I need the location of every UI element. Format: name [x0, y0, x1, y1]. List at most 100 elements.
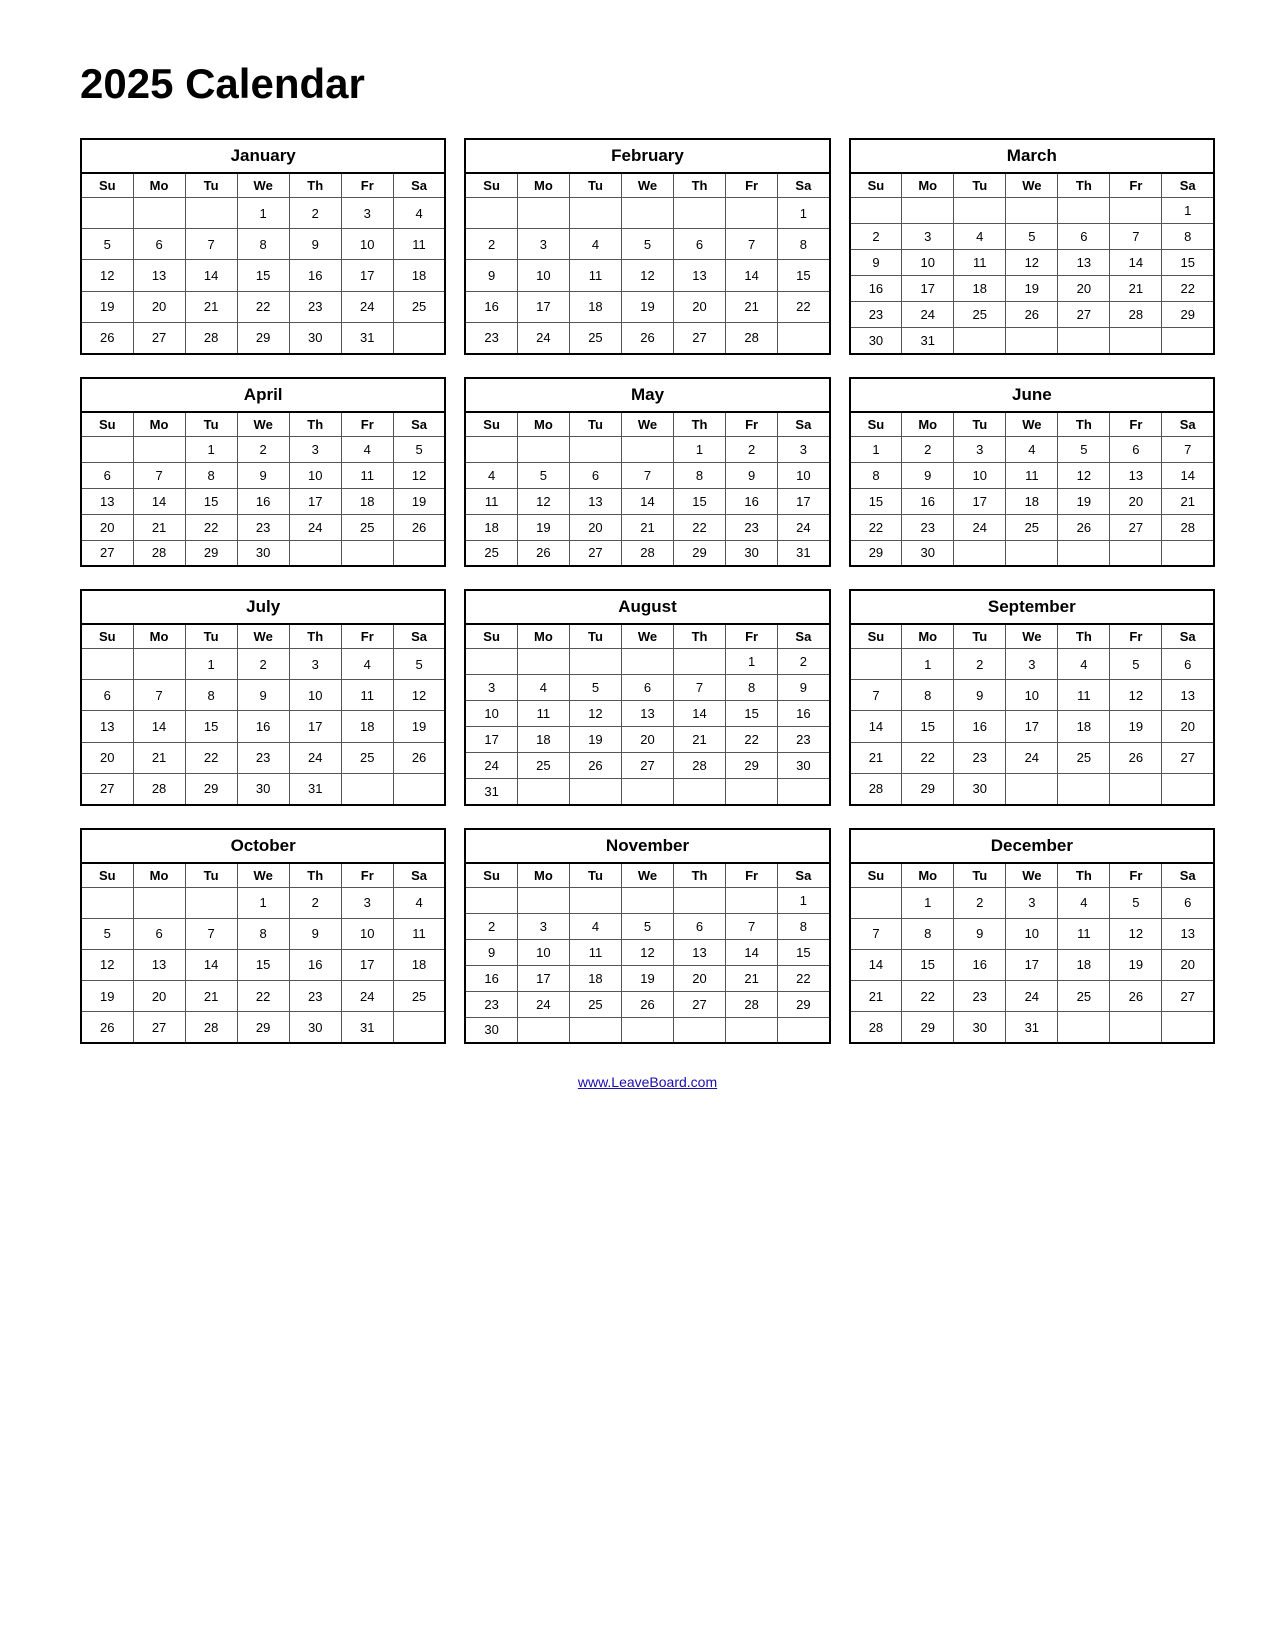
calendar-day: 26 — [1110, 981, 1162, 1012]
day-header-tu: Tu — [185, 173, 237, 198]
calendar-day: 4 — [393, 887, 445, 918]
calendar-day: 27 — [1162, 742, 1214, 773]
calendar-day: 19 — [393, 711, 445, 742]
calendar-day: 5 — [569, 675, 621, 701]
day-header-su: Su — [465, 863, 517, 888]
calendar-day: 24 — [465, 753, 517, 779]
calendar-day: 17 — [954, 488, 1006, 514]
calendar-day — [133, 198, 185, 229]
footer-link[interactable]: www.LeaveBoard.com — [80, 1074, 1215, 1090]
calendar-week-row: 12131415161718 — [81, 949, 445, 980]
calendar-day: 4 — [1058, 649, 1110, 680]
calendar-day: 29 — [902, 1012, 954, 1043]
calendar-day — [81, 649, 133, 680]
calendar-day: 16 — [465, 965, 517, 991]
calendar-day — [569, 1017, 621, 1043]
calendar-day: 6 — [133, 229, 185, 260]
calendar-day: 19 — [393, 488, 445, 514]
calendar-day: 25 — [1058, 981, 1110, 1012]
calendar-day: 1 — [850, 436, 902, 462]
calendar-week-row: 2728293031 — [81, 773, 445, 804]
calendar-day: 7 — [185, 918, 237, 949]
calendar-day: 8 — [1162, 224, 1214, 250]
calendar-day: 4 — [1006, 436, 1058, 462]
calendar-day: 14 — [726, 939, 778, 965]
calendar-week-row: 30 — [465, 1017, 829, 1043]
calendar-day: 16 — [902, 488, 954, 514]
calendar-day: 8 — [185, 462, 237, 488]
calendar-day: 26 — [1006, 302, 1058, 328]
month-name-june: June — [850, 378, 1214, 412]
month-table-june: JuneSuMoTuWeThFrSa1234567891011121314151… — [849, 377, 1215, 568]
day-header-su: Su — [81, 863, 133, 888]
calendar-day: 15 — [237, 260, 289, 291]
calendar-day: 19 — [517, 514, 569, 540]
calendar-day: 7 — [133, 462, 185, 488]
calendar-day: 26 — [569, 753, 621, 779]
calendar-day: 1 — [902, 887, 954, 918]
calendar-day: 26 — [393, 742, 445, 773]
calendar-day: 10 — [778, 462, 830, 488]
calendar-day: 19 — [1006, 276, 1058, 302]
calendar-day: 7 — [621, 462, 673, 488]
calendar-day — [621, 779, 673, 805]
calendar-day: 13 — [1058, 250, 1110, 276]
day-header-th: Th — [289, 863, 341, 888]
calendar-day: 1 — [778, 198, 830, 229]
day-header-su: Su — [850, 624, 902, 649]
calendar-day: 20 — [81, 742, 133, 773]
calendar-week-row: 24252627282930 — [465, 753, 829, 779]
calendar-day: 5 — [81, 229, 133, 260]
day-header-su: Su — [465, 173, 517, 198]
calendar-day: 20 — [81, 514, 133, 540]
calendar-day: 18 — [341, 488, 393, 514]
calendar-day: 29 — [237, 322, 289, 353]
calendar-week-row: 10111213141516 — [465, 701, 829, 727]
calendar-day: 22 — [237, 981, 289, 1012]
calendar-day: 21 — [726, 965, 778, 991]
day-header-sa: Sa — [778, 863, 830, 888]
calendar-day — [393, 773, 445, 804]
calendar-day: 9 — [778, 675, 830, 701]
calendar-day: 10 — [465, 701, 517, 727]
calendar-day: 23 — [726, 514, 778, 540]
calendar-day: 29 — [778, 991, 830, 1017]
calendar-day — [1006, 198, 1058, 224]
calendar-day — [569, 436, 621, 462]
calendar-day: 8 — [726, 675, 778, 701]
calendar-day: 23 — [289, 981, 341, 1012]
calendar-day: 26 — [81, 322, 133, 353]
calendar-day — [393, 1012, 445, 1043]
calendar-day: 29 — [674, 540, 726, 566]
calendar-day: 3 — [1006, 887, 1058, 918]
calendar-day: 28 — [133, 773, 185, 804]
calendar-day — [674, 887, 726, 913]
calendar-day: 23 — [954, 981, 1006, 1012]
page-title: 2025 Calendar — [80, 60, 1215, 108]
calendar-day: 29 — [185, 773, 237, 804]
calendar-week-row: 21222324252627 — [850, 742, 1214, 773]
calendar-week-row: 16171819202122 — [850, 276, 1214, 302]
calendar-day: 2 — [954, 887, 1006, 918]
calendar-day: 11 — [393, 918, 445, 949]
calendar-day: 9 — [289, 229, 341, 260]
calendar-day: 6 — [674, 913, 726, 939]
calendar-day: 29 — [726, 753, 778, 779]
calendar-day — [1110, 540, 1162, 566]
calendar-day: 22 — [778, 965, 830, 991]
day-header-tu: Tu — [954, 624, 1006, 649]
day-header-th: Th — [289, 173, 341, 198]
calendar-day: 24 — [341, 981, 393, 1012]
calendar-day — [1110, 1012, 1162, 1043]
calendar-day: 27 — [621, 753, 673, 779]
calendar-day: 16 — [778, 701, 830, 727]
calendar-day: 3 — [778, 436, 830, 462]
calendar-day: 6 — [1162, 649, 1214, 680]
calendar-day: 31 — [778, 540, 830, 566]
calendar-day: 13 — [621, 701, 673, 727]
calendar-day: 8 — [902, 680, 954, 711]
calendar-day: 4 — [393, 198, 445, 229]
calendar-day — [185, 198, 237, 229]
month-name-july: July — [81, 590, 445, 624]
calendar-day: 10 — [517, 260, 569, 291]
